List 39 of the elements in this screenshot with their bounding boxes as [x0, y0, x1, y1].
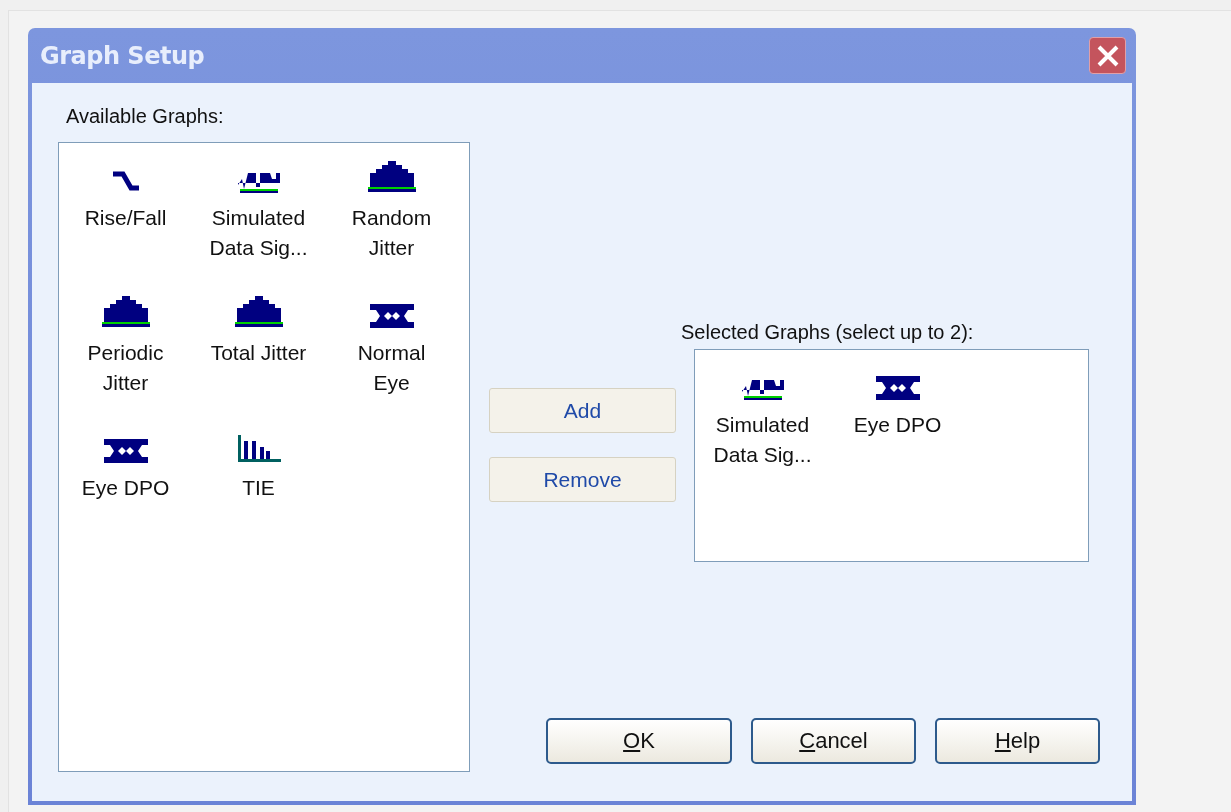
dialog-button[interactable]: Cancel [751, 718, 916, 764]
falling-edge-icon [110, 171, 141, 193]
selected-graphs-list[interactable]: Simulated Data Sig... Eye DPO [694, 349, 1089, 562]
graph-item[interactable]: TIE [192, 429, 325, 564]
eye-diagram-icon [369, 304, 414, 328]
histogram-icon [101, 296, 150, 328]
dialog-button[interactable]: OK [546, 718, 732, 764]
graph-label: Total Jitter [210, 340, 307, 366]
graph-item[interactable]: Simulated Data Sig... [695, 366, 830, 501]
graph-item[interactable]: Rise/Fall [59, 159, 192, 294]
graph-label: Eye DPO [853, 412, 942, 438]
graph-label: Periodic Jitter [87, 340, 164, 396]
graph-label: Normal Eye [357, 340, 426, 396]
dialog-button[interactable]: Help [935, 718, 1100, 764]
graph-item[interactable]: Random Jitter [325, 159, 458, 294]
eye-diagram-icon [875, 376, 920, 400]
graph-label: Random Jitter [351, 205, 432, 261]
bar-chart-icon [235, 435, 282, 463]
list-label: Selected Graphs (select up to 2): [681, 321, 975, 344]
graph-item[interactable]: Normal Eye [325, 294, 458, 429]
graph-label: Simulated Data Sig... [209, 205, 308, 261]
action-button[interactable]: Remove [489, 457, 676, 502]
graph-item[interactable]: Eye DPO [830, 366, 965, 501]
close-button[interactable] [1089, 37, 1126, 74]
available-graphs-list[interactable]: Rise/Fall Simulated Data Sig... Random Jitter Periodic Jitter Total Jitter Normal Eye Eye DPO TIE [58, 142, 470, 772]
list-label: Available Graphs: [66, 105, 225, 128]
graph-item[interactable]: Simulated Data Sig... [192, 159, 325, 294]
graph-label: Eye DPO [81, 475, 170, 501]
graph-label: Rise/Fall [84, 205, 167, 231]
graph-label: TIE [242, 475, 275, 501]
window-title: Graph Setup [40, 41, 205, 70]
histogram-icon [367, 161, 416, 193]
histogram-icon [234, 296, 283, 328]
eye-diagram-icon [103, 439, 148, 463]
graph-item[interactable]: Eye DPO [59, 429, 192, 564]
graph-label: Simulated Data Sig... [713, 412, 812, 468]
graph-item[interactable]: Total Jitter [192, 294, 325, 429]
graph-item[interactable]: Periodic Jitter [59, 294, 192, 429]
action-button[interactable]: Add [489, 388, 676, 433]
